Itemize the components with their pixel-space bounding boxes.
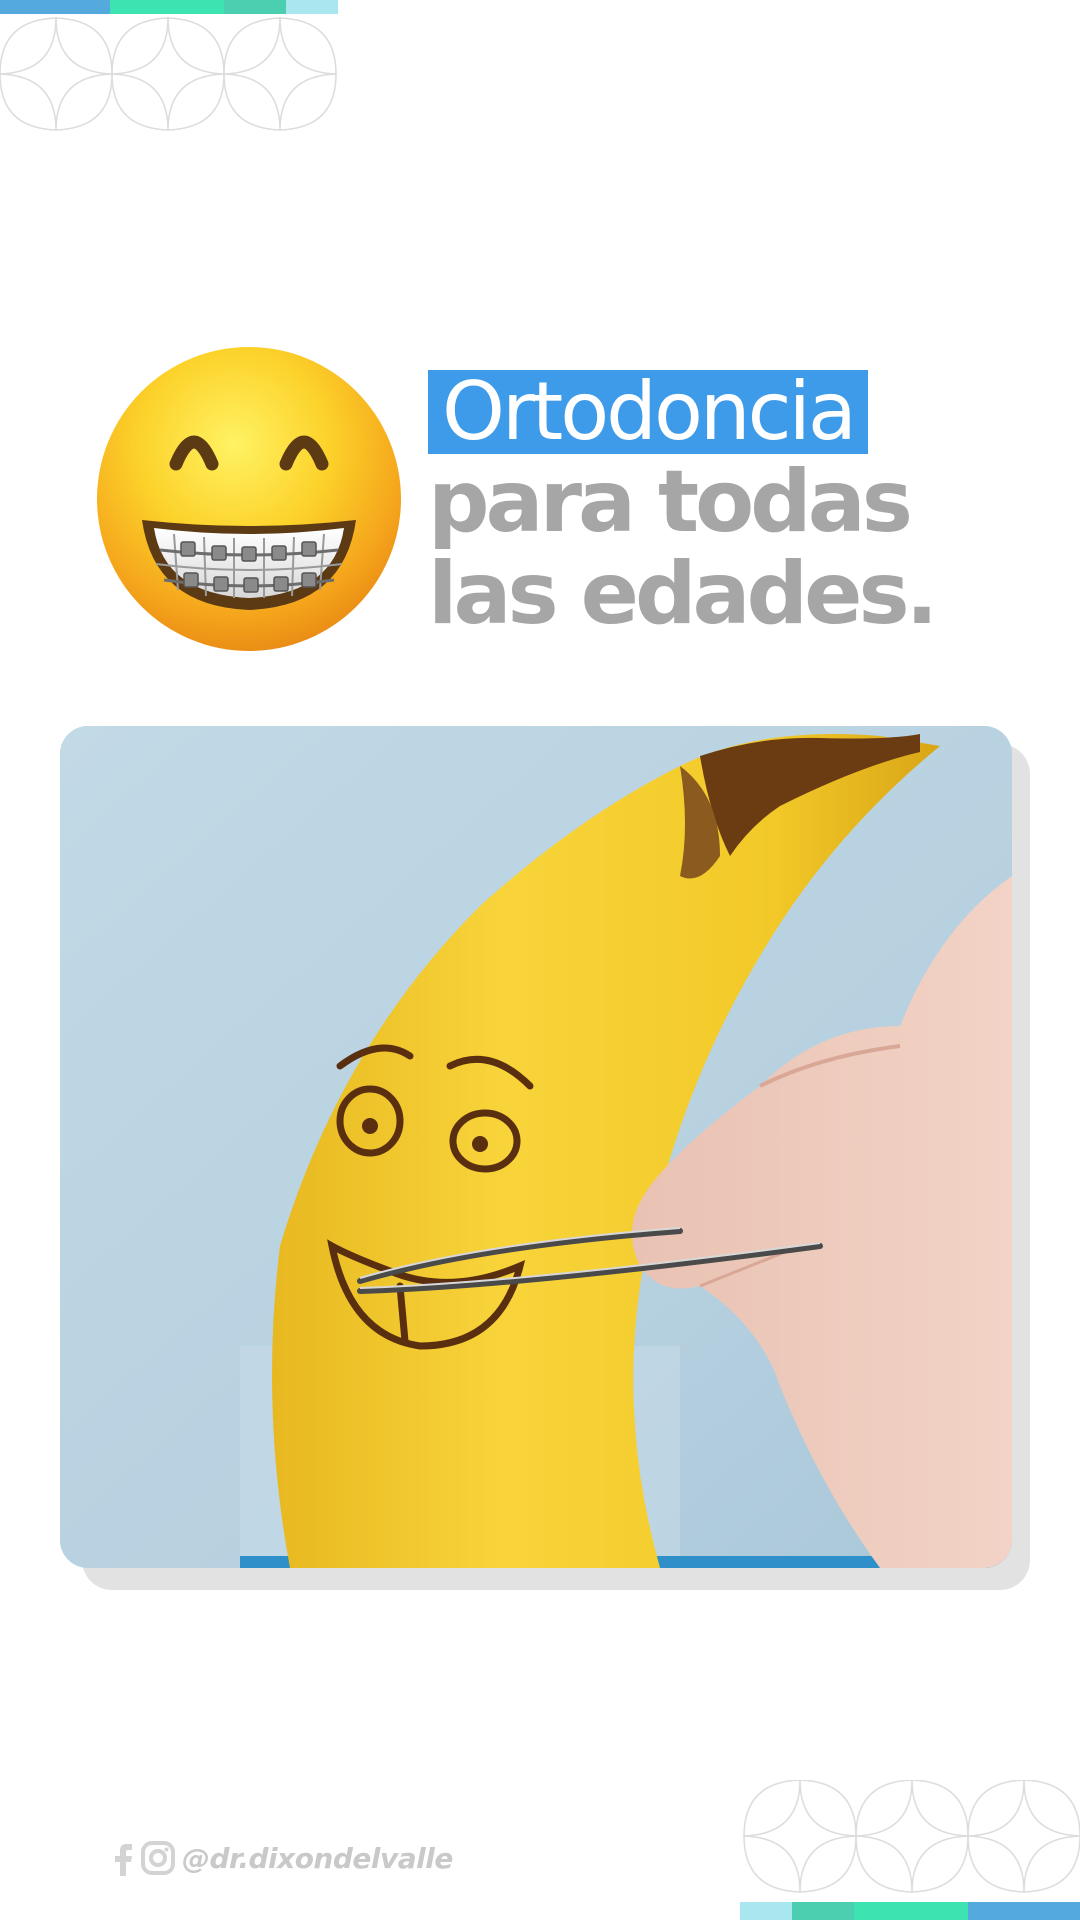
headline: Ortodoncia para todas las edades.	[428, 370, 988, 640]
headline-line-2: para todas	[428, 452, 913, 552]
page: Ortodoncia para todas las edades. @dr.di…	[0, 0, 1080, 1920]
headline-highlight: Ortodoncia	[428, 370, 868, 454]
social-footer: @dr.dixondelvalle	[110, 1836, 453, 1880]
bottom-decoration	[740, 1780, 1080, 1920]
instagram-icon[interactable]	[140, 1840, 176, 1876]
grinning-face-with-braces-icon	[97, 347, 401, 651]
social-handle[interactable]: @dr.dixondelvalle	[182, 1842, 453, 1875]
banana-photo	[60, 726, 1012, 1568]
top-decoration	[0, 0, 338, 131]
facebook-icon[interactable]	[110, 1838, 134, 1878]
headline-line-3: las edades.	[428, 544, 938, 644]
